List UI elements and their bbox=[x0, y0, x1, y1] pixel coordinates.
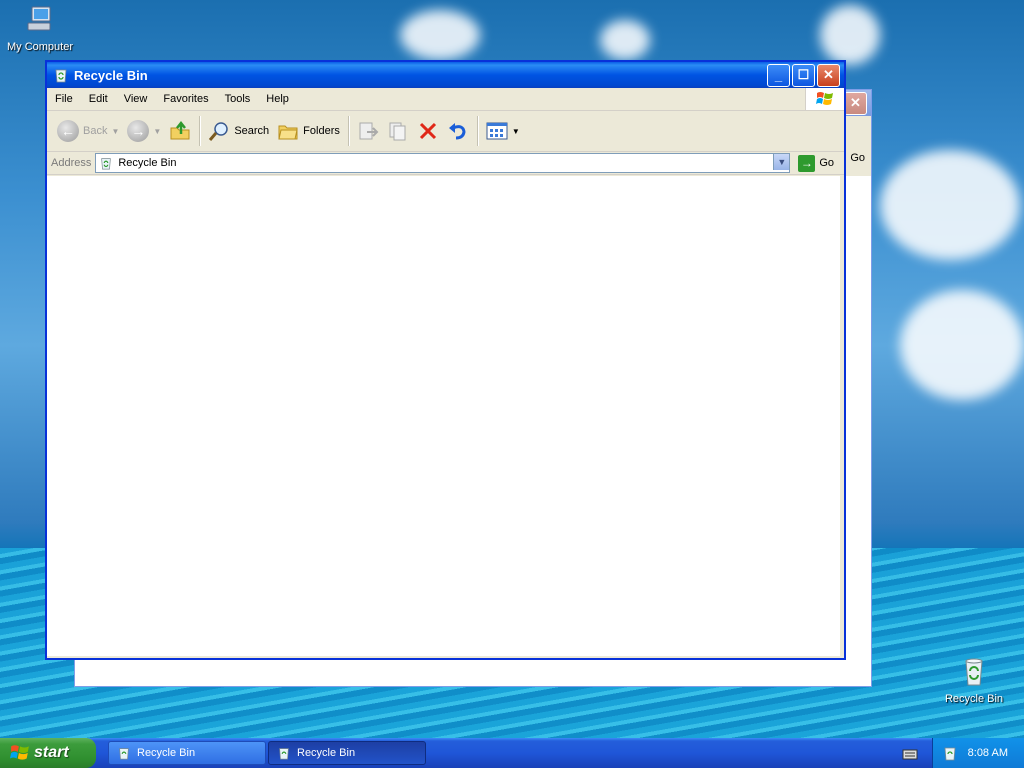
back-button[interactable]: ← Back ▼ bbox=[53, 118, 123, 144]
search-button[interactable]: Search bbox=[204, 118, 273, 144]
close-icon: ✕ bbox=[823, 67, 834, 82]
forward-dropdown-icon: ▼ bbox=[153, 126, 162, 136]
start-label: start bbox=[34, 744, 69, 761]
undo-button[interactable] bbox=[443, 118, 473, 144]
search-icon bbox=[209, 122, 229, 141]
background-window-close-button[interactable]: ✕ bbox=[844, 91, 867, 115]
delete-x-icon bbox=[419, 122, 436, 140]
taskbar-button-recycle-bin-1[interactable]: Recycle Bin bbox=[108, 741, 266, 765]
folders-icon bbox=[278, 125, 298, 140]
file-list-pane[interactable] bbox=[47, 176, 840, 656]
undo-icon bbox=[448, 123, 466, 140]
copy-to-button[interactable] bbox=[383, 118, 413, 144]
windows-logo-icon bbox=[10, 745, 29, 760]
go-arrow-icon: → bbox=[798, 154, 816, 172]
close-button[interactable]: ✕ bbox=[817, 63, 840, 87]
folders-button[interactable]: Folders bbox=[273, 118, 344, 144]
folders-label: Folders bbox=[303, 125, 340, 137]
window-titlebar[interactable]: Recycle Bin _ ☐ ✕ bbox=[47, 62, 844, 88]
maximize-icon: ☐ bbox=[797, 67, 810, 82]
menu-edit[interactable]: Edit bbox=[81, 93, 116, 105]
cloud bbox=[900, 290, 1024, 400]
clock[interactable]: 8:08 AM bbox=[968, 747, 1008, 759]
minimize-button[interactable]: _ bbox=[767, 63, 790, 87]
views-dropdown-icon: ▼ bbox=[511, 126, 520, 136]
views-button[interactable]: ▼ bbox=[482, 119, 524, 143]
chevron-down-icon[interactable]: ▼ bbox=[773, 154, 790, 170]
background-window-go-label: Go bbox=[850, 152, 865, 164]
move-to-button[interactable] bbox=[353, 118, 383, 144]
menu-view[interactable]: View bbox=[116, 93, 156, 105]
toolbar-separator bbox=[476, 116, 478, 146]
cloud bbox=[820, 5, 880, 65]
window-title: Recycle Bin bbox=[74, 67, 148, 83]
taskbar: start Recycle Bin Recycle Bin 8:08 AM bbox=[0, 738, 1024, 768]
keyboard-tray-icon[interactable] bbox=[902, 745, 918, 764]
recycle-bin-icon bbox=[101, 158, 112, 170]
desktop-icon-label: My Computer bbox=[6, 41, 74, 53]
cloud bbox=[400, 10, 480, 60]
back-arrow-icon: ← bbox=[57, 120, 79, 142]
recycle-bin-icon bbox=[119, 748, 129, 760]
address-label: Address bbox=[51, 157, 92, 169]
desktop-icon-label: Recycle Bin bbox=[944, 693, 1004, 705]
toolbar-separator bbox=[199, 116, 201, 146]
up-folder-button[interactable] bbox=[165, 118, 195, 144]
taskbar-button-label: Recycle Bin bbox=[137, 747, 196, 759]
back-label: Back bbox=[83, 125, 108, 137]
menu-file[interactable]: File bbox=[47, 93, 81, 105]
address-value: Recycle Bin bbox=[118, 157, 177, 169]
address-field[interactable]: Recycle Bin ▼ bbox=[95, 153, 791, 173]
explorer-window[interactable]: Recycle Bin _ ☐ ✕ File Edit View Favorit… bbox=[45, 60, 846, 660]
recycle-tray-icon[interactable] bbox=[942, 745, 958, 761]
cloud bbox=[600, 20, 650, 60]
taskbar-button-label: Recycle Bin bbox=[297, 747, 356, 759]
up-folder-icon bbox=[170, 120, 190, 140]
menu-bar: File Edit View Favorites Tools Help bbox=[47, 88, 844, 111]
delete-button[interactable] bbox=[413, 118, 443, 144]
maximize-button[interactable]: ☐ bbox=[792, 63, 815, 87]
back-dropdown-icon: ▼ bbox=[111, 126, 120, 136]
go-button[interactable]: → Go bbox=[798, 154, 834, 172]
views-icon bbox=[486, 122, 508, 140]
search-label: Search bbox=[234, 125, 270, 137]
move-to-icon bbox=[359, 122, 379, 140]
address-bar: Address Recycle Bin ▼ → Go bbox=[47, 152, 844, 175]
recycle-bin-icon bbox=[55, 69, 67, 83]
menu-tools[interactable]: Tools bbox=[217, 93, 259, 105]
windows-logo-icon bbox=[805, 88, 844, 110]
desktop-icon-my-computer[interactable]: My Computer bbox=[0, 3, 80, 53]
go-label: Go bbox=[819, 157, 834, 169]
recycle-bin-icon bbox=[965, 658, 983, 686]
forward-arrow-icon: → bbox=[127, 120, 150, 142]
my-computer-icon bbox=[27, 6, 51, 31]
start-button[interactable]: start bbox=[0, 738, 96, 768]
forward-button[interactable]: → ▼ bbox=[123, 118, 165, 144]
standard-toolbar: ← Back ▼ → ▼ Search Folders ▼ bbox=[47, 111, 844, 152]
menu-favorites[interactable]: Favorites bbox=[155, 93, 216, 105]
toolbar-separator bbox=[347, 116, 349, 146]
copy-to-icon bbox=[389, 122, 406, 141]
system-tray: 8:08 AM bbox=[932, 738, 1024, 768]
recycle-bin-icon bbox=[279, 748, 289, 760]
taskbar-button-recycle-bin-2[interactable]: Recycle Bin bbox=[268, 741, 426, 765]
cloud bbox=[880, 150, 1020, 260]
menu-help[interactable]: Help bbox=[258, 93, 297, 105]
desktop-icon-recycle-bin[interactable]: Recycle Bin bbox=[934, 655, 1014, 705]
minimize-icon: _ bbox=[774, 67, 783, 83]
